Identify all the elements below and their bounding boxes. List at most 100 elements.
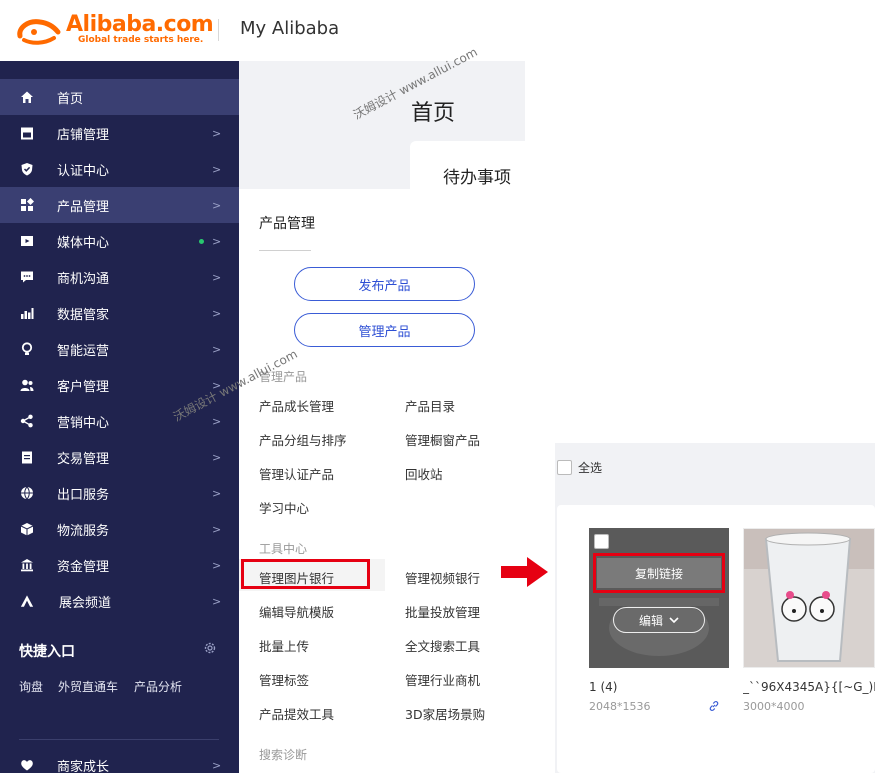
- sidebar-divider: [19, 739, 219, 740]
- link-recycle-bin[interactable]: 回收站: [405, 464, 443, 483]
- cup-photo-preview: [744, 529, 874, 667]
- link-edit-nav-template[interactable]: 编辑导航模版: [259, 602, 334, 621]
- sidebar-item-label: 产品管理: [57, 199, 110, 215]
- section-title-tools: 工具中心: [259, 542, 308, 556]
- section-title-search-diagnosis: 搜索诊断: [259, 748, 308, 762]
- sidebar-item-business-chat[interactable]: 商机沟通 >: [0, 259, 239, 295]
- sidebar-item-label: 首页: [57, 91, 84, 107]
- sidebar-item-expo[interactable]: 展会频道 >: [0, 583, 239, 619]
- link-bulk-placement[interactable]: 批量投放管理: [405, 602, 480, 621]
- link-video-bank[interactable]: 管理视频银行: [405, 568, 480, 587]
- select-all-checkbox[interactable]: [557, 460, 572, 475]
- link-image-bank[interactable]: 管理图片银行: [259, 568, 334, 587]
- bank-icon: [20, 558, 34, 572]
- link-manage-tags[interactable]: 管理标签: [259, 670, 309, 689]
- globe-icon: [20, 486, 34, 500]
- todo-card: 待办事项: [410, 141, 525, 189]
- sidebar-item-label: 媒体中心: [57, 235, 110, 251]
- sidebar-item-certification[interactable]: 认证中心 >: [0, 151, 239, 187]
- logo-text[interactable]: Alibaba.com: [66, 12, 214, 37]
- sidebar-item-products[interactable]: 产品管理 >: [0, 187, 239, 223]
- box-icon: [20, 522, 34, 536]
- sidebar-item-home[interactable]: 首页: [0, 79, 239, 115]
- highlight-box-copy-link: [593, 553, 725, 593]
- link-efficiency-tools[interactable]: 产品提效工具: [259, 704, 334, 723]
- sidebar-item-logistics[interactable]: 物流服务 >: [0, 511, 239, 547]
- share-icon: [20, 414, 34, 428]
- edit-button[interactable]: 编辑: [613, 607, 705, 633]
- link-showcase-products[interactable]: 管理橱窗产品: [405, 430, 480, 449]
- link-learning-center[interactable]: 学习中心: [259, 498, 309, 517]
- chevron-right-icon: >: [212, 162, 222, 176]
- chevron-right-icon: >: [212, 594, 222, 608]
- image-thumbnail[interactable]: [743, 528, 875, 668]
- quick-link-inquiry[interactable]: 询盘: [19, 678, 43, 695]
- sidebar-item-label: 物流服务: [57, 523, 110, 539]
- home-icon: [20, 90, 34, 104]
- sidebar-item-growth[interactable]: 商家成长 >: [0, 747, 239, 783]
- chevron-right-icon: >: [212, 306, 222, 320]
- image-checkbox[interactable]: [594, 534, 609, 549]
- page-title: 首页: [411, 101, 456, 126]
- gear-icon[interactable]: [203, 641, 217, 655]
- chevron-right-icon: >: [212, 342, 222, 356]
- link-bulk-upload[interactable]: 批量上传: [259, 636, 309, 655]
- quick-link-product-analysis[interactable]: 产品分析: [134, 678, 182, 695]
- chevron-right-icon: >: [212, 126, 222, 140]
- status-dot: [199, 238, 204, 244]
- publish-product-button[interactable]: 发布产品: [294, 267, 475, 301]
- header-divider: [218, 19, 219, 41]
- quick-access-title: 快捷入口: [19, 644, 75, 660]
- top-header: Alibaba.com Global trade starts here. My…: [0, 0, 875, 61]
- heart-icon: [20, 758, 34, 772]
- chevron-right-icon: >: [212, 522, 222, 536]
- sidebar-item-smart-ops[interactable]: 智能运营 >: [0, 331, 239, 367]
- link-fulltext-search[interactable]: 全文搜索工具: [405, 636, 480, 655]
- chevron-down-icon: [669, 616, 679, 623]
- sidebar-item-media[interactable]: 媒体中心 >: [0, 223, 239, 259]
- image-bank-area: 全选 复制链接 编辑 1 (4) 2048*1536 _``96X4345A}{…: [555, 443, 875, 773]
- quick-link-p4p[interactable]: 外贸直通车: [58, 678, 118, 695]
- image-dimensions: 3000*4000: [743, 700, 805, 713]
- sidebar-item-label: 交易管理: [57, 451, 110, 467]
- panel-title-underline: [259, 250, 311, 251]
- sidebar-item-transactions[interactable]: 交易管理 >: [0, 439, 239, 475]
- chevron-right-icon: >: [212, 758, 222, 772]
- sidebar-item-export[interactable]: 出口服务 >: [0, 475, 239, 511]
- sidebar-item-label: 商机沟通: [57, 271, 110, 287]
- panel-title: 产品管理: [259, 216, 315, 232]
- store-icon: [20, 126, 34, 140]
- manage-product-button[interactable]: 管理产品: [294, 313, 475, 347]
- chevron-right-icon: >: [212, 270, 222, 284]
- chevron-right-icon: >: [212, 234, 222, 248]
- sidebar-item-label: 客户管理: [57, 379, 110, 395]
- chevron-right-icon: >: [212, 198, 222, 212]
- chat-icon: [20, 270, 34, 284]
- sidebar-item-label: 资金管理: [57, 559, 110, 575]
- image-name: _``96X4345A}{[~G_)FA...: [743, 680, 875, 694]
- link-product-growth[interactable]: 产品成长管理: [259, 396, 334, 415]
- sidebar: 首页 店铺管理 > 认证中心 > 产品管理 > 媒体中心 > 商机沟通 > 数据…: [0, 61, 239, 775]
- link-certified-products[interactable]: 管理认证产品: [259, 464, 334, 483]
- alibaba-logo-icon[interactable]: [14, 14, 66, 48]
- sidebar-item-label: 认证中心: [57, 163, 110, 179]
- image-thumbnail[interactable]: 复制链接 编辑: [589, 528, 729, 668]
- todo-title: 待办事项: [443, 168, 511, 188]
- link-industry-opportunities[interactable]: 管理行业商机: [405, 670, 480, 689]
- sidebar-item-funds[interactable]: 资金管理 >: [0, 547, 239, 583]
- sidebar-item-label: 出口服务: [57, 487, 110, 503]
- sidebar-item-data[interactable]: 数据管家 >: [0, 295, 239, 331]
- link-icon[interactable]: [708, 700, 720, 712]
- sidebar-item-label: 店铺管理: [57, 127, 110, 143]
- bar-chart-icon: [20, 306, 34, 320]
- link-product-catalog[interactable]: 产品目录: [405, 396, 455, 415]
- select-all-control[interactable]: 全选: [557, 459, 602, 476]
- sidebar-item-store[interactable]: 店铺管理 >: [0, 115, 239, 151]
- grid-icon: [20, 198, 34, 212]
- link-3d-home-scene[interactable]: 3D家居场景购: [405, 704, 485, 723]
- header-title[interactable]: My Alibaba: [240, 18, 339, 39]
- red-arrow-icon: [501, 557, 548, 587]
- link-product-group-sort[interactable]: 产品分组与排序: [259, 430, 347, 449]
- sidebar-item-label: 智能运营: [57, 343, 110, 359]
- clipboard-icon: [20, 450, 34, 464]
